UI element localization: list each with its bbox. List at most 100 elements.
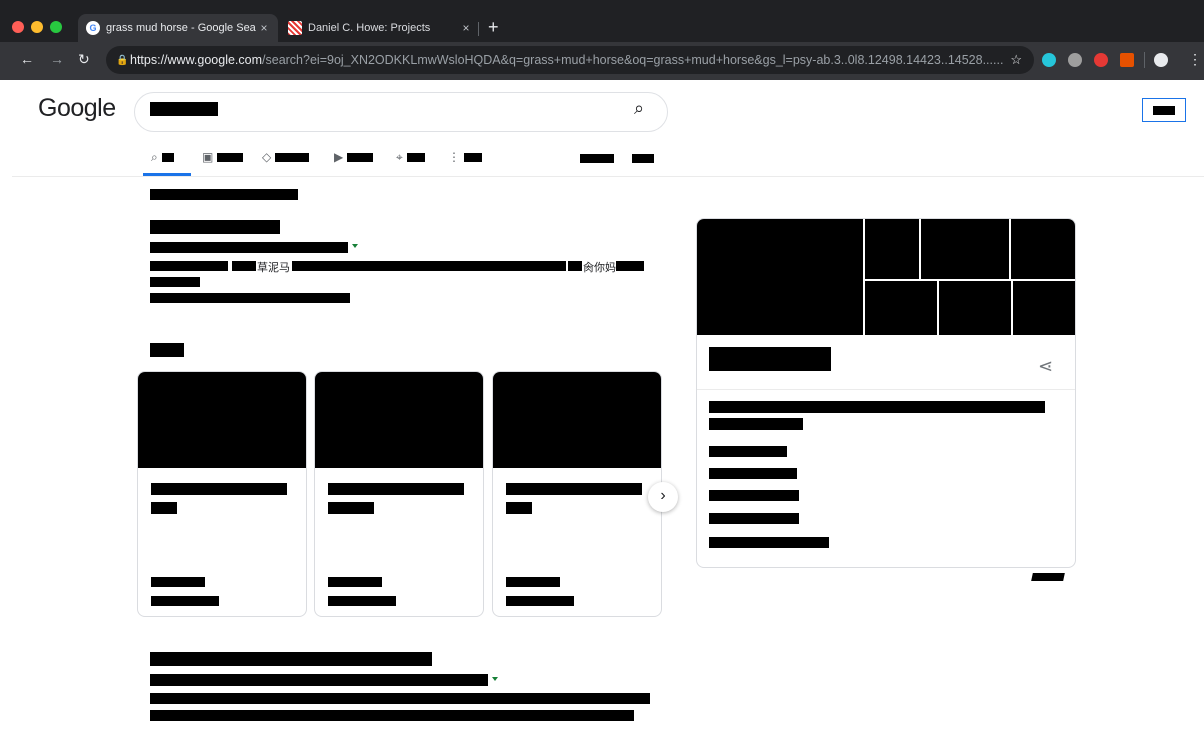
result-1-snippet-redacted bbox=[616, 261, 644, 271]
kp-image[interactable] bbox=[921, 219, 1009, 279]
card-title-redacted bbox=[328, 502, 374, 514]
card-source-redacted bbox=[328, 577, 382, 587]
kp-description-redacted bbox=[709, 418, 803, 430]
forward-icon[interactable]: → bbox=[50, 51, 64, 67]
sign-in-button[interactable] bbox=[1142, 98, 1186, 122]
address-bar[interactable]: 🔒 https://www.google.com/search?ei=9oj_X… bbox=[106, 46, 1034, 74]
card-title-redacted bbox=[151, 483, 287, 495]
back-icon[interactable]: ← bbox=[20, 51, 34, 67]
menu-kebab-icon[interactable]: ⋮ bbox=[1188, 51, 1202, 68]
tab-title: grass mud horse - Google Sea bbox=[106, 22, 256, 34]
toolbar-separator bbox=[1144, 52, 1145, 68]
tab-more[interactable]: ⋮ bbox=[448, 150, 482, 164]
result-1-snippet-redacted bbox=[150, 261, 228, 271]
card-title-redacted bbox=[151, 502, 177, 514]
tab-maps[interactable]: ⌖ bbox=[396, 150, 425, 165]
tag-icon: ◇ bbox=[262, 150, 272, 164]
tools-link-redacted[interactable] bbox=[632, 154, 654, 163]
result-2-snippet-redacted bbox=[150, 710, 634, 721]
section-heading-redacted bbox=[150, 343, 184, 357]
kp-fact-redacted bbox=[709, 468, 797, 479]
card-date-redacted bbox=[506, 596, 574, 606]
minimize-window-button[interactable] bbox=[31, 21, 43, 33]
search-query-redacted bbox=[150, 102, 218, 116]
tab-label-redacted bbox=[406, 153, 425, 162]
kp-fact-redacted bbox=[709, 537, 829, 548]
google-logo[interactable]: Google bbox=[38, 94, 116, 123]
google-icon: G bbox=[86, 21, 100, 35]
carousel-card[interactable] bbox=[137, 371, 307, 617]
close-icon[interactable]: × bbox=[458, 21, 474, 35]
map-pin-icon: ⌖ bbox=[396, 150, 403, 164]
carousel-card[interactable] bbox=[492, 371, 662, 617]
result-1-snippet-text: 肏你妈 bbox=[583, 262, 616, 274]
video-icon: ▶ bbox=[334, 150, 344, 164]
profile-icon[interactable] bbox=[1154, 53, 1168, 67]
kp-fact-redacted bbox=[709, 446, 787, 457]
result-stats-redacted bbox=[150, 189, 298, 200]
bookmark-star-icon[interactable]: ☆ bbox=[1010, 52, 1022, 68]
maximize-window-button[interactable] bbox=[50, 21, 62, 33]
kp-description-redacted bbox=[709, 401, 1045, 413]
tab-images[interactable]: ▣ bbox=[202, 150, 244, 164]
tab-label-redacted bbox=[464, 152, 482, 162]
card-image bbox=[493, 372, 661, 468]
kp-image[interactable] bbox=[865, 281, 937, 335]
kp-divider bbox=[697, 389, 1075, 390]
result-2-title-redacted[interactable] bbox=[150, 652, 432, 666]
new-tab-button[interactable]: + bbox=[488, 17, 499, 38]
google-results-page: Google ⌕ ⌕ ▣ ◇ ▶ ⌖ ⋮ 草泥马 肏你妈 › ⋖ bbox=[12, 80, 1204, 737]
url-dropdown-icon[interactable] bbox=[492, 677, 498, 681]
settings-link-redacted[interactable] bbox=[580, 154, 614, 163]
result-1-snippet-redacted bbox=[292, 261, 566, 271]
kp-fact-redacted bbox=[709, 490, 799, 501]
card-date-redacted bbox=[151, 596, 219, 606]
extension-icon-2[interactable] bbox=[1068, 53, 1082, 67]
result-2-snippet-redacted bbox=[150, 693, 650, 704]
card-date-redacted bbox=[328, 596, 396, 606]
result-1-snippet-redacted bbox=[232, 261, 256, 271]
feedback-link-redacted[interactable] bbox=[1031, 573, 1065, 581]
url-dropdown-icon[interactable] bbox=[352, 244, 358, 248]
carousel-card[interactable] bbox=[314, 371, 484, 617]
reload-icon[interactable]: ↻ bbox=[78, 51, 90, 68]
result-2-url-redacted[interactable] bbox=[150, 674, 488, 686]
chevron-right-icon[interactable]: › bbox=[648, 482, 678, 512]
card-image bbox=[138, 372, 306, 468]
tab-google-search[interactable]: G grass mud horse - Google Sea × bbox=[78, 14, 278, 42]
pattern-icon bbox=[288, 21, 302, 35]
extension-icon-3[interactable] bbox=[1094, 53, 1108, 67]
result-1-snippet-text: 草泥马 bbox=[257, 262, 290, 274]
kp-fact-redacted bbox=[709, 513, 799, 524]
kp-image[interactable] bbox=[1011, 219, 1075, 279]
result-1-snippet-redacted bbox=[568, 261, 582, 271]
extension-icon-1[interactable] bbox=[1042, 53, 1056, 67]
image-icon: ▣ bbox=[202, 150, 214, 164]
tab-title: Daniel C. Howe: Projects bbox=[308, 22, 431, 34]
tab-label-redacted bbox=[275, 152, 310, 162]
extension-icon-4[interactable] bbox=[1120, 53, 1134, 67]
lock-icon: 🔒 bbox=[116, 54, 129, 66]
result-1-snippet-redacted bbox=[150, 277, 200, 287]
kp-image[interactable] bbox=[865, 219, 919, 279]
kp-image[interactable] bbox=[939, 281, 1011, 335]
kp-image-main[interactable] bbox=[697, 219, 863, 335]
tab-daniel-howe[interactable]: Daniel C. Howe: Projects × bbox=[280, 14, 480, 42]
share-icon[interactable]: ⋖ bbox=[1038, 356, 1053, 377]
kp-image[interactable] bbox=[1013, 281, 1075, 335]
card-source-redacted bbox=[151, 577, 205, 587]
result-1-url-redacted[interactable] bbox=[150, 242, 348, 253]
close-icon[interactable]: × bbox=[256, 21, 272, 35]
search-icon[interactable]: ⌕ bbox=[634, 98, 644, 119]
search-icon: ⌕ bbox=[151, 150, 158, 164]
result-1-snippet-redacted bbox=[150, 293, 350, 303]
knowledge-panel bbox=[696, 218, 1076, 568]
result-1-title-redacted[interactable] bbox=[150, 220, 280, 234]
tab-shopping[interactable]: ◇ bbox=[262, 150, 310, 164]
tab-all[interactable]: ⌕ bbox=[151, 150, 174, 165]
tab-label-redacted bbox=[217, 152, 244, 162]
close-window-button[interactable] bbox=[12, 21, 24, 33]
card-title-redacted bbox=[506, 502, 532, 514]
tab-label-redacted bbox=[347, 152, 374, 162]
tab-videos[interactable]: ▶ bbox=[334, 150, 374, 164]
